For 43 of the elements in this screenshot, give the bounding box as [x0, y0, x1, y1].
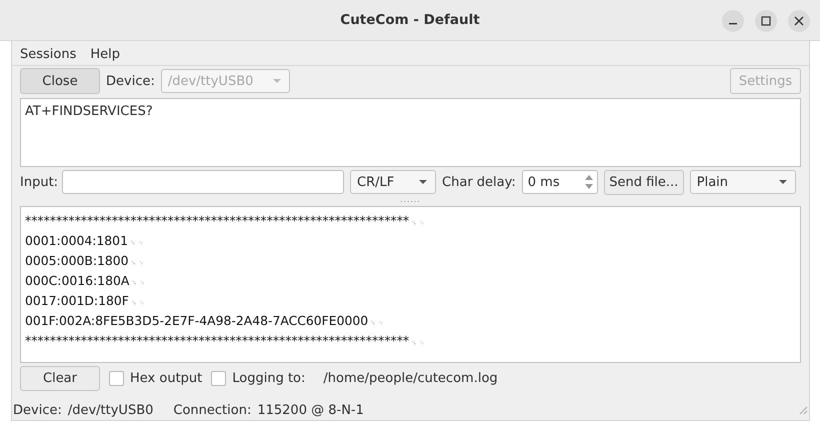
device-label: Device: — [106, 74, 155, 88]
line-ending-dropdown[interactable]: CR/LF — [350, 170, 436, 194]
window-title: CuteCom - Default — [340, 12, 480, 28]
close-port-button[interactable]: Close — [20, 68, 100, 94]
log-file-path: /home/people/cutecom.log — [323, 370, 498, 386]
status-label: Device: — [13, 402, 62, 418]
hex-output-label: Hex output — [130, 370, 202, 386]
resize-grip-icon — [798, 405, 808, 415]
close-icon — [794, 16, 804, 26]
output-area[interactable] — [20, 206, 801, 363]
menu-item[interactable]: Sessions — [20, 46, 76, 62]
checkbox[interactable] — [109, 370, 124, 386]
send-file-button[interactable]: Send file... — [604, 170, 684, 194]
char-delay-label: Char delay: — [442, 174, 516, 190]
output-line: 0017:001D:180F — [25, 292, 129, 309]
status-value: /dev/ttyUSB0 — [68, 402, 154, 418]
dropdown-caret-icon — [778, 180, 787, 184]
char-delay-spinbox[interactable]: 0 ms — [522, 170, 598, 194]
checkbox[interactable] — [211, 370, 226, 386]
output-line: 001F:002A:8FE5B3D5-2E7F-4A98-2A48-7ACC60FE0000 — [25, 312, 368, 329]
dropdown-caret-icon — [272, 78, 281, 84]
input-field[interactable] — [62, 170, 344, 194]
maximize-button[interactable] — [755, 10, 777, 32]
sent-command: AT+FINDSERVICES? — [25, 104, 153, 119]
status-value: 115200 @ 8-N-1 — [257, 402, 364, 418]
input-label: Input: — [20, 174, 58, 190]
clear-button[interactable]: Clear — [20, 366, 100, 390]
dropdown-caret-icon — [419, 180, 428, 184]
close-button[interactable] — [788, 10, 810, 32]
output-line: ************************************************************** — [25, 212, 410, 229]
output-line: 0001:0004:1801 — [25, 232, 128, 249]
maximize-icon — [761, 16, 771, 26]
minimize-icon — [729, 23, 737, 25]
spin-arrows-icon — [584, 173, 593, 191]
menu-item[interactable]: Help — [90, 46, 120, 62]
logging-label: Logging to: — [232, 370, 306, 386]
status-label: Connection: — [173, 402, 252, 418]
format-dropdown[interactable]: Plain — [690, 170, 796, 194]
output-line: ************************************************************** — [25, 332, 410, 349]
sent-text-area[interactable]: AT+FINDSERVICES? — [20, 98, 801, 167]
output-line: 000C:0016:180A — [25, 272, 130, 289]
output-line: 0005:000B:1800 — [25, 252, 129, 269]
minimize-button[interactable] — [722, 10, 744, 32]
